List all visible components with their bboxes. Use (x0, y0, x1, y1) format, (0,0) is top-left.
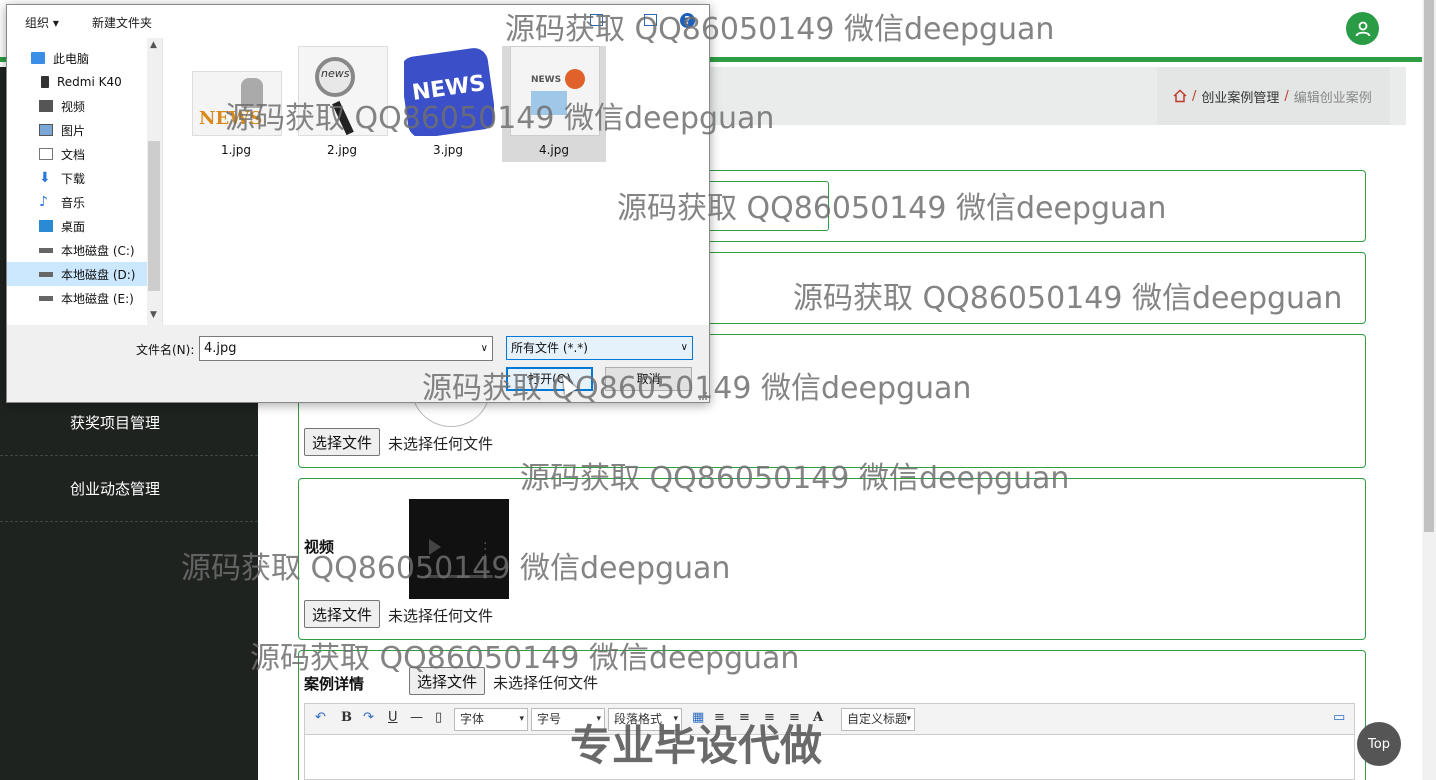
file-name: 3.jpg (432, 143, 464, 157)
page-scrollbar[interactable] (1422, 0, 1436, 780)
watermark: 源码获取 QQ86050149 微信deepguan (520, 461, 1070, 496)
nav-item-documents[interactable]: 文档 (7, 142, 147, 166)
thumbnail-text: NEWS (531, 75, 562, 85)
nav-item-label: 下载 (61, 171, 86, 186)
sidebar-item-label: 创业动态管理 (70, 480, 161, 498)
nav-item-label: 文档 (61, 147, 86, 162)
watermark: 源码获取 QQ86050149 微信deepguan (505, 12, 1055, 47)
back-to-top-button[interactable]: Top (1357, 722, 1401, 766)
nav-scrollbar-thumb[interactable] (148, 141, 160, 291)
user-avatar-icon[interactable] (1346, 12, 1379, 45)
file-list: NEWS 1.jpg news 2.jpg NEWS 3.jpg NEWS 4.… (162, 38, 709, 325)
file-name: 2.jpg (326, 143, 358, 157)
watermark: 源码获取 QQ86050149 微信deepguan (250, 641, 800, 676)
font-select[interactable]: 字体 ▾ (454, 708, 528, 731)
image-file-status: 未选择任何文件 (388, 435, 494, 453)
scroll-down-icon[interactable]: ▼ (150, 310, 157, 320)
filename-value: 4.jpg (204, 341, 237, 356)
breadcrumb-case-management[interactable]: 创业案例管理 (1201, 87, 1279, 106)
nav-item-label: 本地磁盘 (C:) (61, 243, 135, 258)
nav-item-label: 音乐 (61, 195, 86, 210)
nav-item-downloads[interactable]: ⬇ 下载 (7, 166, 147, 190)
chevron-down-icon[interactable]: ∨ (481, 337, 488, 360)
bold-button[interactable]: B (341, 710, 352, 725)
file-open-dialog: 组织 ▾ 新建文件夹 ? 此电脑 Redmi K40 视频 图片 文档 ⬇ 下载 (6, 4, 710, 403)
watermark: 源码获取 QQ86050149 微信deepguan (225, 101, 775, 136)
documents-folder-icon (39, 148, 53, 160)
paste-icon[interactable]: ▯ (435, 710, 442, 725)
watermark: 源码获取 QQ86050149 微信deepguan (422, 371, 972, 406)
watermark: 源码获取 QQ86050149 微信deepguan (617, 191, 1167, 226)
video-file-status: 未选择任何文件 (388, 607, 494, 625)
filename-input[interactable]: 4.jpg ∨ (199, 336, 493, 361)
drive-icon (39, 295, 53, 301)
drive-icon (39, 247, 53, 253)
watermark-banner: 专业毕设代做 (570, 721, 823, 770)
nav-item-label: 视频 (61, 99, 86, 114)
dialog-nav-pane: 此电脑 Redmi K40 视频 图片 文档 ⬇ 下载 ♪ 音乐 桌面 本地磁盘… (7, 38, 161, 325)
nav-item-redmi[interactable]: Redmi K40 (7, 70, 147, 94)
video-choose-file-button[interactable]: 选择文件 (304, 600, 381, 628)
organize-menu[interactable]: 组织 ▾ (25, 14, 59, 31)
horizontal-rule-button[interactable]: — (410, 710, 423, 725)
satellite-dish-icon (565, 69, 585, 89)
nav-item-pictures[interactable]: 图片 (7, 118, 147, 142)
nav-item-this-pc[interactable]: 此电脑 (7, 46, 147, 70)
nav-scrollbar[interactable]: ▲ ▼ (147, 38, 161, 325)
music-icon: ♪ (39, 194, 48, 210)
breadcrumb-edit-case: 编辑创业案例 (1293, 90, 1372, 106)
scroll-up-icon[interactable]: ▲ (150, 40, 157, 50)
nav-item-label: 本地磁盘 (D:) (61, 267, 136, 282)
nav-item-drive-c[interactable]: 本地磁盘 (C:) (7, 238, 147, 262)
rich-text-editor[interactable]: ↶ B ↷ U — ▯ 字体 ▾ 字号 ▾ 段落格式 ▾ ▦ ≡ ≡ ≡ ≡ A 自定… (304, 703, 1355, 780)
filetype-value: 所有文件 (*.*) (511, 341, 588, 355)
nav-item-label: Redmi K40 (57, 75, 122, 89)
nav-item-label: 本地磁盘 (E:) (61, 291, 134, 306)
breadcrumb-separator: / (1284, 88, 1289, 104)
download-icon: ⬇ (39, 170, 51, 186)
nav-item-desktop[interactable]: 桌面 (7, 214, 147, 238)
custom-title-select[interactable]: 自定义标题 ▾ (841, 708, 915, 731)
nav-item-drive-e[interactable]: 本地磁盘 (E:) (7, 286, 147, 310)
new-folder-button[interactable]: 新建文件夹 (92, 14, 152, 31)
fullscreen-icon[interactable]: ▭ (1333, 710, 1345, 725)
watermark: 源码获取 QQ86050149 微信deepguan (793, 281, 1343, 316)
sidebar-item-startup-news[interactable]: 创业动态管理 (0, 456, 258, 522)
editor-toolbar: ↶ B ↷ U — ▯ 字体 ▾ 字号 ▾ 段落格式 ▾ ▦ ≡ ≡ ≡ ≡ A 自定… (305, 704, 1354, 735)
desktop-icon (39, 220, 53, 232)
nav-item-music[interactable]: ♪ 音乐 (7, 190, 147, 214)
nav-item-videos[interactable]: 视频 (7, 94, 147, 118)
filetype-select[interactable]: 所有文件 (*.*) ∨ (506, 336, 693, 360)
nav-item-label: 此电脑 (53, 51, 90, 66)
underline-button[interactable]: U (388, 710, 398, 725)
thumbnail-text: news (321, 67, 350, 80)
image-choose-file-button[interactable]: 选择文件 (304, 428, 381, 456)
redo-icon[interactable]: ↷ (363, 710, 374, 725)
phone-icon (41, 76, 49, 88)
nav-item-label: 桌面 (61, 219, 86, 234)
breadcrumb-separator: / (1192, 88, 1197, 104)
pictures-folder-icon (39, 124, 53, 136)
file-name: 1.jpg (220, 143, 252, 157)
computer-icon (31, 52, 45, 64)
video-folder-icon (39, 100, 53, 112)
file-name: 4.jpg (538, 143, 570, 157)
sidebar-item-label: 获奖项目管理 (70, 414, 161, 432)
chevron-down-icon[interactable]: ∨ (681, 337, 688, 359)
home-icon[interactable] (1173, 89, 1187, 103)
nav-item-drive-d[interactable]: 本地磁盘 (D:) (7, 262, 147, 286)
drive-icon (39, 271, 53, 277)
filename-label: 文件名(N): (136, 343, 195, 357)
watermark: 源码获取 QQ86050149 微信deepguan (181, 551, 731, 586)
nav-item-label: 图片 (61, 123, 86, 138)
undo-icon[interactable]: ↶ (315, 710, 326, 725)
scrollbar-thumb[interactable] (1424, 0, 1434, 532)
breadcrumb: / 创业案例管理 / 编辑创业案例 (1157, 67, 1390, 125)
